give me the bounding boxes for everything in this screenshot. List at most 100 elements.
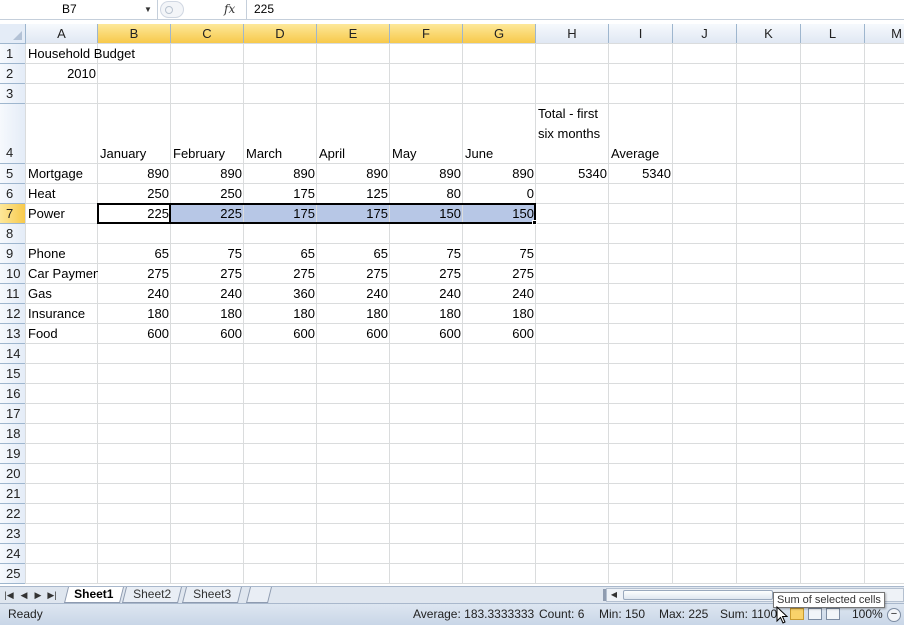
cell-a5[interactable]: Mortgage [26,164,98,184]
cell-c11[interactable]: 240 [171,284,244,304]
cell-g12[interactable]: 180 [463,304,536,324]
column-header-d[interactable]: D [244,24,317,44]
name-box[interactable]: B7 [0,0,158,19]
cell-g9[interactable]: 75 [463,244,536,264]
cell-h5[interactable]: 5340 [536,164,609,184]
column-header-l[interactable]: L [801,24,865,44]
column-header-j[interactable]: J [673,24,737,44]
cell-d5[interactable]: 890 [244,164,317,184]
row-header-1[interactable]: 1 [0,44,26,64]
column-header-m[interactable]: M [865,24,904,44]
row-header-9[interactable]: 9 [0,244,26,264]
cell-c4[interactable]: February [171,144,244,164]
cell-c10[interactable]: 275 [171,264,244,284]
row-header-23[interactable]: 23 [0,524,26,544]
cell-b9[interactable]: 65 [98,244,171,264]
cell-d12[interactable]: 180 [244,304,317,324]
cell-f9[interactable]: 75 [390,244,463,264]
row-header-12[interactable]: 12 [0,304,26,324]
cell-b12[interactable]: 180 [98,304,171,324]
row-header-8[interactable]: 8 [0,224,26,244]
column-header-c[interactable]: C [171,24,244,44]
cell-g13[interactable]: 600 [463,324,536,344]
cell-g10[interactable]: 275 [463,264,536,284]
cell-b7[interactable]: 225 [98,204,171,224]
cell-d7[interactable]: 175 [244,204,317,224]
cell-a12[interactable]: Insurance [26,304,98,324]
scroll-thumb[interactable] [623,590,773,600]
row-header-15[interactable]: 15 [0,364,26,384]
cell-e5[interactable]: 890 [317,164,390,184]
row-header-20[interactable]: 20 [0,464,26,484]
cell-c6[interactable]: 250 [171,184,244,204]
cell-h4[interactable]: Total - first six months [536,104,607,164]
prev-sheet-icon[interactable]: ◀ [17,587,31,603]
row-header-24[interactable]: 24 [0,544,26,564]
cell-a2[interactable]: 2010 [26,64,98,84]
next-sheet-icon[interactable]: ▶ [31,587,45,603]
page-layout-view-icon[interactable] [808,608,822,620]
cell-b4[interactable]: January [98,144,171,164]
cell-i4[interactable]: Average [609,144,673,164]
row-header-4[interactable]: 4 [0,104,26,164]
formula-bar-expand-handle[interactable] [160,1,184,18]
cell-c7[interactable]: 225 [171,204,244,224]
column-header-b[interactable]: B [98,24,171,44]
cell-a9[interactable]: Phone [26,244,98,264]
column-header-k[interactable]: K [737,24,801,44]
row-header-3[interactable]: 3 [0,84,26,104]
cell-d6[interactable]: 175 [244,184,317,204]
row-header-25[interactable]: 25 [0,564,26,584]
row-header-21[interactable]: 21 [0,484,26,504]
cell-d9[interactable]: 65 [244,244,317,264]
cell-g4[interactable]: June [463,144,536,164]
formula-input[interactable]: 225 [246,0,904,19]
cell-i5[interactable]: 5340 [609,164,673,184]
cell-c5[interactable]: 890 [171,164,244,184]
insert-function-icon[interactable]: fx [224,0,244,19]
row-header-19[interactable]: 19 [0,444,26,464]
row-header-6[interactable]: 6 [0,184,26,204]
column-header-a[interactable]: A [26,24,98,44]
row-header-10[interactable]: 10 [0,264,26,284]
normal-view-icon[interactable] [790,608,804,620]
cell-f7[interactable]: 150 [390,204,463,224]
cell-d10[interactable]: 275 [244,264,317,284]
column-header-h[interactable]: H [536,24,609,44]
cell-b13[interactable]: 600 [98,324,171,344]
last-sheet-icon[interactable]: ▶| [45,587,59,603]
cell-f12[interactable]: 180 [390,304,463,324]
cell-a6[interactable]: Heat [26,184,98,204]
row-header-17[interactable]: 17 [0,404,26,424]
cell-d13[interactable]: 600 [244,324,317,344]
cell-c12[interactable]: 180 [171,304,244,324]
cell-b11[interactable]: 240 [98,284,171,304]
cell-area[interactable]: Household Budget 2010 January February March… [25,43,904,584]
row-header-7[interactable]: 7 [0,204,26,224]
cell-a7[interactable]: Power [26,204,98,224]
cell-g5[interactable]: 890 [463,164,536,184]
cell-d11[interactable]: 360 [244,284,317,304]
cell-f11[interactable]: 240 [390,284,463,304]
cell-a1[interactable]: Household Budget [26,44,135,64]
tab-sheet2[interactable]: Sheet2 [122,587,182,603]
row-header-16[interactable]: 16 [0,384,26,404]
cell-g11[interactable]: 240 [463,284,536,304]
cell-f6[interactable]: 80 [390,184,463,204]
column-header-f[interactable]: F [390,24,463,44]
row-header-13[interactable]: 13 [0,324,26,344]
zoom-out-icon[interactable]: − [887,608,901,622]
select-all-button[interactable] [0,24,26,44]
cell-e12[interactable]: 180 [317,304,390,324]
name-box-dropdown-icon[interactable]: ▼ [144,0,154,19]
cell-b5[interactable]: 890 [98,164,171,184]
row-header-11[interactable]: 11 [0,284,26,304]
column-header-e[interactable]: E [317,24,390,44]
cell-c13[interactable]: 600 [171,324,244,344]
cell-e10[interactable]: 275 [317,264,390,284]
page-break-view-icon[interactable] [826,608,840,620]
tab-sheet1[interactable]: Sheet1 [64,587,124,603]
cell-e6[interactable]: 125 [317,184,390,204]
scroll-left-icon[interactable]: ◀ [607,589,621,601]
cell-g6[interactable]: 0 [463,184,536,204]
